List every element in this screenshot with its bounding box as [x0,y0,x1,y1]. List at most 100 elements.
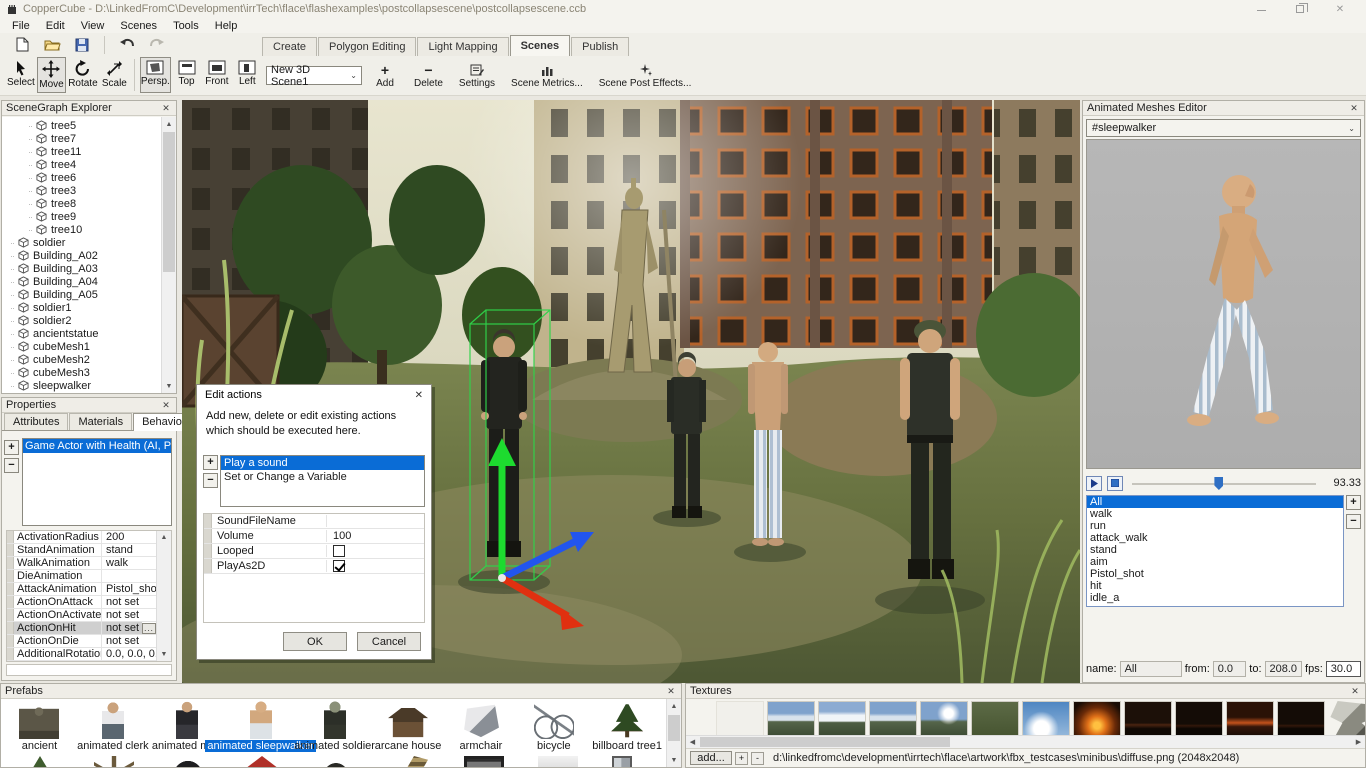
menu-item[interactable]: File [4,20,38,32]
tree-node[interactable]: ·· Building_A02 [2,249,161,262]
property-row[interactable]: ActivationRadius 200 ... [7,531,156,544]
add-scene-button[interactable]: + Add [366,59,404,93]
dialog-titlebar[interactable]: Edit actions ✕ [197,385,431,405]
tree-node[interactable]: ·· Building_A03 [2,262,161,275]
save-button[interactable] [72,36,92,54]
close-icon[interactable]: ✕ [665,686,677,697]
move-tool-button[interactable]: Move [36,57,67,93]
mesh-preview[interactable] [1086,139,1361,469]
prefab-thumbnail[interactable] [24,756,56,767]
prefab-item[interactable]: animated sleepwalker [205,701,316,752]
ok-button[interactable]: OK [283,632,347,651]
textures-scrollbar[interactable]: ◀ ▶ [686,735,1365,748]
mesh-select-dropdown[interactable]: #sleepwalker ⌄ [1086,119,1361,137]
tree-node[interactable]: ·· tree9 [2,210,161,223]
action-item[interactable]: Play a sound [221,456,424,470]
properties-tab[interactable]: Materials [69,413,133,430]
prefab-thumbnail[interactable] [464,756,504,767]
remove-action-button[interactable]: − [203,473,218,488]
tree-node[interactable]: ·· cubeMesh3 [2,366,161,379]
zoom-in-button[interactable]: + [735,751,748,765]
scene-post-effects-button[interactable]: Scene Post Effects... [593,59,698,93]
timeline-slider[interactable] [1128,476,1320,490]
open-file-button[interactable] [42,36,62,54]
property-value[interactable]: not set [102,609,156,621]
action-item[interactable]: Set or Change a Variable [221,470,424,484]
property-value[interactable]: walk [102,557,156,569]
prefab-item[interactable]: arcane house [372,701,445,752]
prefab-thumbnail[interactable] [323,701,346,739]
property-row[interactable]: ActionOnActivate not set ... [7,609,156,622]
tree-node[interactable]: ·· tree6 [2,171,161,184]
tree-node[interactable]: ·· tree7 [2,132,161,145]
prefab-thumbnail[interactable] [101,701,124,739]
prefab-item[interactable]: armchair [445,701,518,752]
menu-item[interactable]: Help [207,20,246,32]
minimize-button[interactable] [1257,4,1266,11]
tree-node[interactable]: ·· ancientstatue [2,327,161,340]
tree-node[interactable]: ·· Building_A04 [2,275,161,288]
scrollbar-thumb[interactable] [163,132,175,272]
zoom-out-button[interactable]: - [751,751,764,765]
scroll-up-icon[interactable]: ▲ [667,699,681,713]
property-row[interactable]: AdditionalRotation 0.0, 0.0, 0.0 ... [7,648,156,661]
slider-thumb[interactable] [1214,477,1224,490]
animation-item[interactable]: All [1087,496,1343,508]
remove-animation-button[interactable]: − [1346,514,1361,529]
tree-node[interactable]: ·· cubeMesh1 [2,340,161,353]
tree-node[interactable]: ·· tree11 [2,145,161,158]
close-icon[interactable]: ✕ [160,103,172,114]
close-button[interactable]: ✕ [1334,4,1346,15]
scenegraph-scrollbar[interactable]: ▲ ▼ [161,117,176,393]
prefab-thumbnail[interactable] [538,756,578,767]
restore-button[interactable] [1296,3,1308,13]
tree-node[interactable]: ·· soldier2 [2,314,161,327]
scroll-right-icon[interactable]: ▶ [1352,736,1365,748]
playas2d-checkbox[interactable] [333,560,345,572]
prefab-thumbnail[interactable] [388,702,429,738]
prefab-thumbnail[interactable] [316,756,356,767]
animation-item[interactable]: Pistol_shot [1087,568,1343,580]
prefab-thumbnail[interactable] [242,756,282,767]
animation-item[interactable]: walk [1087,508,1343,520]
property-value[interactable]: not set [102,622,142,634]
to-field[interactable]: 208.0 [1264,661,1303,677]
top-view-button[interactable]: Top [172,57,201,93]
menu-item[interactable]: Tools [165,20,207,32]
tree-node[interactable]: ·· tree4 [2,158,161,171]
tree-node[interactable]: ·· sleepwalker [2,379,161,392]
looped-checkbox[interactable] [333,545,345,557]
menu-item[interactable]: Edit [38,20,73,32]
property-row[interactable]: ActionOnAttack not set ... [7,596,156,609]
prefab-item[interactable]: animated clerk [76,701,150,752]
play-button[interactable] [1086,475,1102,491]
prefab-thumbnail[interactable] [533,701,574,739]
scene-select-dropdown[interactable]: New 3D Scene1 ⌄ [266,64,362,88]
scroll-down-icon[interactable]: ▼ [667,753,681,767]
prefab-thumbnail[interactable] [249,701,272,739]
property-row[interactable]: ActionOnHit not set ... [7,622,156,635]
property-value[interactable]: not set [102,596,156,608]
prefab-thumbnail[interactable] [94,756,134,767]
add-behavior-button[interactable]: + [4,440,19,455]
property-row[interactable]: AttackAnimation Pistol_shot ... [7,583,156,596]
prefab-thumbnail[interactable] [394,756,428,767]
left-view-button[interactable]: Left [233,57,262,93]
prefab-thumbnail[interactable] [464,704,499,738]
tree-node[interactable]: ·· tree10 [2,223,161,236]
animation-item[interactable]: stand [1087,544,1343,556]
properties-tab[interactable]: Attributes [4,413,69,430]
prefab-thumbnail[interactable] [168,756,208,767]
edit-action-button[interactable]: ... [142,622,156,634]
animation-item[interactable]: hit [1087,580,1343,592]
property-value[interactable]: not set [102,635,156,647]
front-view-button[interactable]: Front [202,57,231,93]
menu-item[interactable]: View [73,20,113,32]
property-row[interactable]: StandAnimation stand ... [7,544,156,557]
add-action-button[interactable]: + [203,455,218,470]
prefab-item[interactable]: bicycle [517,701,590,752]
tree-node[interactable]: ·· soldier1 [2,301,161,314]
propgrid-scrollbar[interactable]: ▲ ▼ [156,531,171,661]
stop-button[interactable] [1107,475,1123,491]
property-value[interactable]: Pistol_shot [102,583,156,595]
